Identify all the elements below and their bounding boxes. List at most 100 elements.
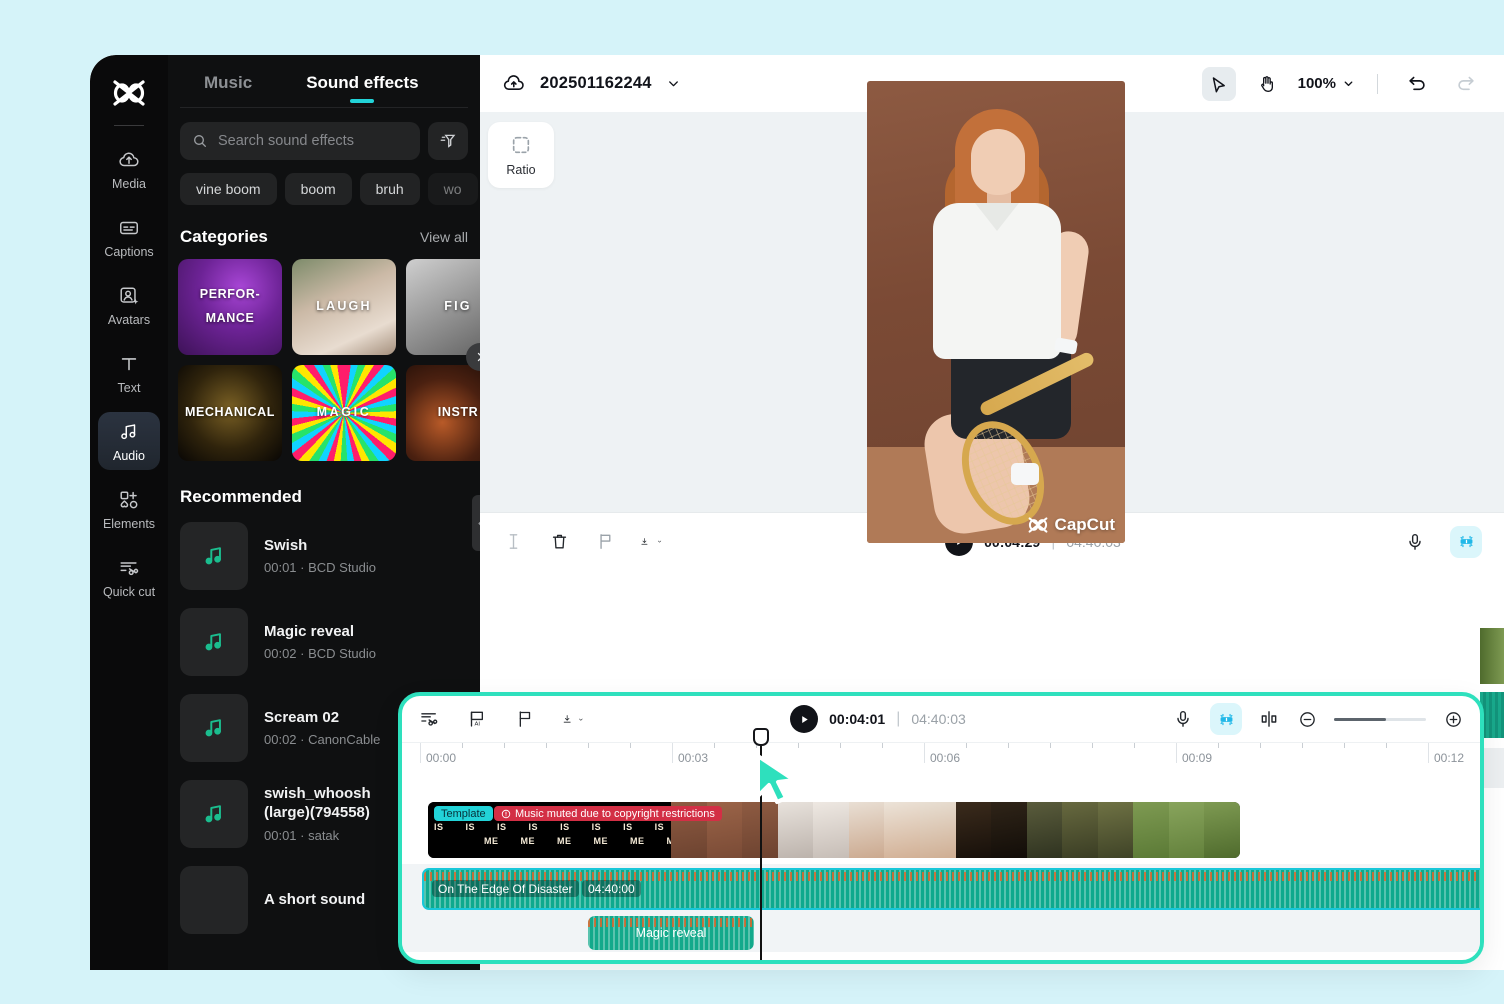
- chip-vine-boom[interactable]: vine boom: [180, 173, 277, 205]
- cloud-sync-icon[interactable]: [502, 72, 526, 96]
- sidebar-item-media[interactable]: Media: [98, 140, 160, 198]
- category-label: LAUGH: [312, 295, 375, 319]
- video-clip-thumbnails: [671, 802, 1240, 858]
- list-item[interactable]: Magic reveal 00:02 · BCD Studio: [168, 599, 480, 685]
- sidebar-item-label: Elements: [103, 517, 155, 531]
- redo-button[interactable]: [1448, 67, 1482, 101]
- panel-collapse-button[interactable]: [472, 495, 480, 551]
- music-note-icon: [118, 421, 140, 443]
- popup-playback-controls: 00:04:01 | 04:40:03: [610, 705, 1146, 733]
- ai-enhance-icon: [1457, 532, 1476, 551]
- split-clip-icon[interactable]: [1258, 708, 1280, 730]
- time-separator: |: [896, 710, 900, 728]
- video-clip[interactable]: IS IS IS IS IS IS IS IS ME ME ME ME ME M…: [428, 802, 1240, 858]
- category-label: FIG: [440, 295, 475, 319]
- export-download-icon[interactable]: [562, 708, 584, 730]
- search-row: [168, 108, 480, 160]
- microphone-icon[interactable]: [1404, 531, 1426, 553]
- ratio-button[interactable]: Ratio: [488, 122, 554, 188]
- popup-toolbar-right: [1172, 703, 1464, 735]
- audio-clip-duration: 04:40:00: [582, 880, 641, 897]
- ai-enhance-icon: [1217, 710, 1236, 729]
- music-note-icon: [201, 543, 227, 569]
- audio-clip-sfx[interactable]: Magic reveal: [588, 916, 754, 950]
- category-label: MAGIC: [313, 401, 376, 425]
- preview-wristband: [1011, 463, 1039, 485]
- chip-bruh[interactable]: bruh: [360, 173, 420, 205]
- ai-enhance-button[interactable]: [1450, 526, 1482, 558]
- marker-flag-icon[interactable]: [594, 531, 616, 553]
- select-tool-button[interactable]: [1202, 67, 1236, 101]
- list-item[interactable]: Swish 00:01 · BCD Studio: [168, 513, 480, 599]
- capcut-logo[interactable]: [107, 71, 151, 115]
- delete-icon[interactable]: [548, 531, 570, 553]
- sound-thumbnail: [180, 866, 248, 934]
- tab-sound-effects[interactable]: Sound effects: [306, 73, 418, 107]
- music-note-icon: [201, 629, 227, 655]
- tab-music[interactable]: Music: [204, 73, 252, 107]
- view-all-link[interactable]: View all: [420, 229, 468, 245]
- sidebar-item-avatars[interactable]: Avatars: [98, 276, 160, 334]
- ai-enhance-button[interactable]: [1210, 703, 1242, 735]
- play-button[interactable]: [790, 705, 818, 733]
- microphone-icon[interactable]: [1172, 708, 1194, 730]
- hand-tool-button[interactable]: [1250, 67, 1284, 101]
- sound-thumbnail: [180, 522, 248, 590]
- category-card-performance[interactable]: PERFOR-MANCE: [178, 259, 282, 355]
- category-card-fight[interactable]: FIG: [406, 259, 480, 355]
- timeline-tracks: IS IS IS IS IS IS IS IS ME ME ME ME ME M…: [402, 772, 1480, 964]
- undo-button[interactable]: [1400, 67, 1434, 101]
- zoom-in-button[interactable]: [1442, 708, 1464, 730]
- sfx-clip-label: Magic reveal: [636, 926, 707, 940]
- zoom-out-button[interactable]: [1296, 708, 1318, 730]
- audio-clip-music[interactable]: On The Edge Of Disaster 04:40:00: [422, 868, 1484, 910]
- sidebar-item-label: Text: [118, 381, 141, 395]
- sidebar-item-captions[interactable]: Captions: [98, 208, 160, 266]
- category-card-instrument[interactable]: INSTR: [406, 365, 480, 461]
- select-arrow-icon: [1209, 74, 1229, 94]
- sidebar-item-text[interactable]: Text: [98, 344, 160, 402]
- filter-button[interactable]: [428, 122, 468, 160]
- split-icon[interactable]: [502, 531, 524, 553]
- chevron-down-icon[interactable]: [666, 76, 681, 91]
- sidebar-item-label: Audio: [113, 449, 145, 463]
- export-download-icon[interactable]: [640, 531, 662, 553]
- search-input-wrapper[interactable]: [180, 122, 420, 160]
- audio-lane-2: [402, 914, 1480, 952]
- sound-thumbnail: [180, 694, 248, 762]
- search-icon: [192, 133, 208, 149]
- sidebar-item-label: Media: [112, 177, 146, 191]
- popup-timeline-toolbar: AI 00:04:01 | 04:40:03: [402, 696, 1480, 742]
- ruler-label: 00:06: [930, 751, 960, 765]
- rail-divider: [114, 125, 144, 126]
- recommended-title: Recommended: [168, 461, 480, 507]
- capcut-logo-icon: [112, 78, 146, 108]
- timeline-ruler[interactable]: 00:00 00:03 00:06 00:09 00:12: [402, 742, 1480, 772]
- chevron-down-icon: [1342, 77, 1355, 90]
- watermark-text: CapCut: [1055, 515, 1115, 535]
- category-card-laugh[interactable]: LAUGH: [292, 259, 396, 355]
- marker-flag-icon[interactable]: [514, 708, 536, 730]
- chip-wo[interactable]: wo: [428, 173, 478, 205]
- sound-meta: 00:01 · BCD Studio: [264, 560, 376, 575]
- project-name[interactable]: 202501162244: [540, 74, 652, 93]
- auto-captions-ai-icon[interactable]: AI: [466, 708, 488, 730]
- chip-boom[interactable]: boom: [285, 173, 352, 205]
- mouse-pointer-icon: [752, 752, 810, 810]
- underlay-video-clip: [1480, 628, 1504, 684]
- zoom-slider[interactable]: [1334, 718, 1426, 721]
- sidebar-item-audio[interactable]: Audio: [98, 412, 160, 470]
- category-card-magic[interactable]: MAGIC: [292, 365, 396, 461]
- sound-meta: 00:02 · CanonCable: [264, 732, 380, 747]
- video-preview[interactable]: CapCut: [867, 81, 1125, 543]
- zoom-level-selector[interactable]: 100%: [1298, 75, 1355, 92]
- categories-grid: PERFOR-MANCE LAUGH FIG MECHANICAL MAGIC …: [168, 247, 480, 461]
- sidebar-item-elements[interactable]: Elements: [98, 480, 160, 538]
- sidebar-item-quick-cut[interactable]: Quick cut: [98, 548, 160, 606]
- current-time: 00:04:01: [829, 711, 885, 727]
- category-card-mechanical[interactable]: MECHANICAL: [178, 365, 282, 461]
- search-input[interactable]: [218, 133, 408, 149]
- playhead-handle[interactable]: [753, 728, 769, 746]
- toolbar-divider: [1377, 74, 1378, 94]
- quick-cut-icon[interactable]: [418, 708, 440, 730]
